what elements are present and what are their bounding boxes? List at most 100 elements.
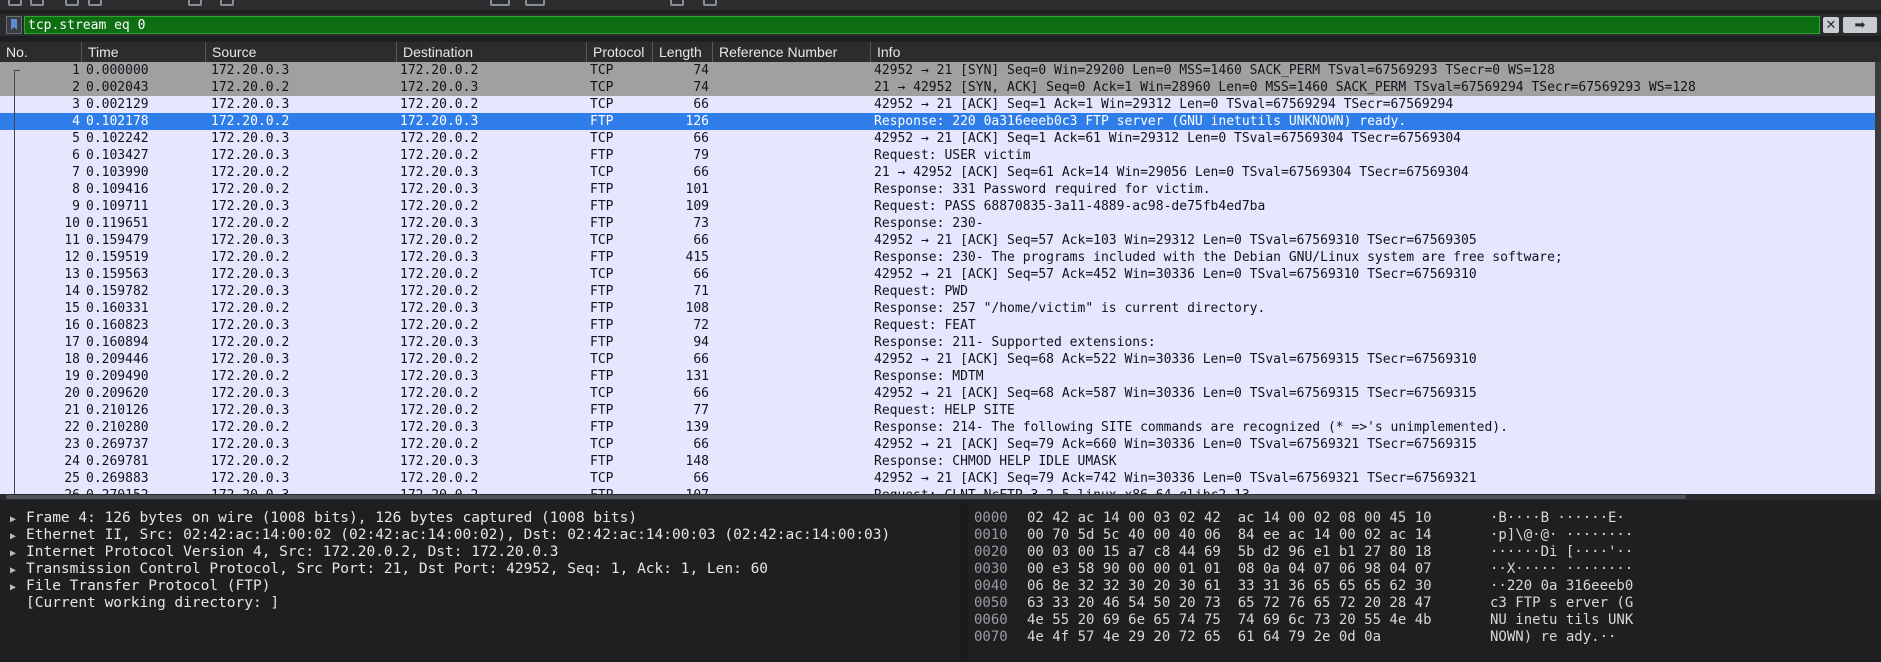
expand-arrow-icon[interactable]: ▶: [10, 511, 26, 528]
detail-tree-leaf[interactable]: [Current working directory: ]: [10, 595, 279, 612]
packet-row[interactable]: 24 0.269781 172.20.0.2 172.20.0.3 FTP 148 Resp…: [0, 453, 1875, 470]
packet-no: 7: [72, 165, 80, 180]
column-header-destination[interactable]: Destination: [397, 42, 587, 62]
packet-row[interactable]: 4 0.102178 172.20.0.2 172.20.0.3 FTP 126 Respo…: [0, 113, 1875, 130]
bytes-row[interactable]: 0040 06 8e 32 32 30 20 30 61 33 31 36 65 …: [968, 578, 1881, 595]
bytes-row[interactable]: 0070 4e 4f 57 4e 29 20 72 65 61 64 79 2e …: [968, 629, 1881, 646]
toolbar-columns-icon[interactable]: [703, 0, 717, 6]
packet-source: 172.20.0.3: [211, 63, 290, 78]
column-header-source[interactable]: Source: [206, 42, 397, 62]
toolbar-open-icon[interactable]: [8, 0, 22, 6]
packet-info: 42952 → 21 [ACK] Seq=1 Ack=61 Win=29312 …: [874, 131, 1461, 146]
packet-row[interactable]: 15 0.160331 172.20.0.2 172.20.0.3 FTP 108 Resp…: [0, 300, 1875, 317]
packet-row[interactable]: 20 0.209620 172.20.0.3 172.20.0.2 TCP 66 42952…: [0, 385, 1875, 402]
bytes-ascii: NU inetu tils UNK: [1490, 612, 1634, 628]
packet-row[interactable]: 23 0.269737 172.20.0.3 172.20.0.2 TCP 66 42952…: [0, 436, 1875, 453]
packet-time: 0.002129: [86, 97, 149, 112]
toolbar-find-icon[interactable]: [188, 0, 202, 6]
packet-row[interactable]: 10 0.119651 172.20.0.2 172.20.0.3 FTP 73 Respo…: [0, 215, 1875, 232]
toolbar-reload-icon[interactable]: [88, 0, 102, 6]
packet-protocol: TCP: [590, 165, 614, 180]
expand-arrow-icon[interactable]: ▶: [10, 562, 26, 579]
packet-row[interactable]: 26 0.270152 172.20.0.3 172.20.0.2 FTP107 Requ…: [0, 487, 1875, 494]
toolbar-zoom-in-icon[interactable]: [490, 0, 510, 6]
packet-row[interactable]: 25 0.269883 172.20.0.3 172.20.0.2 TCP 66 42952…: [0, 470, 1875, 487]
packet-destination: 172.20.0.3: [400, 165, 479, 180]
packet-row[interactable]: 13 0.159563 172.20.0.3 172.20.0.2 TCP 66 42952…: [0, 266, 1875, 283]
pane-splitter[interactable]: [960, 503, 968, 662]
expand-arrow-icon[interactable]: ▶: [10, 528, 26, 545]
packet-row[interactable]: 22 0.210280 172.20.0.2 172.20.0.3 FTP 139 Resp…: [0, 419, 1875, 436]
expand-arrow-icon[interactable]: ▶: [10, 579, 26, 596]
packet-time: 0.269781: [86, 454, 149, 469]
packet-row[interactable]: 1 0.000000 172.20.0.3 172.20.0.2 TCP 74 42952 …: [0, 62, 1875, 79]
detail-tree-item[interactable]: ▶ Ethernet II, Src: 02:42:ac:14:00:02 (02…: [10, 527, 890, 544]
filter-bookmark-button[interactable]: [6, 16, 22, 34]
packet-row[interactable]: 11 0.159479 172.20.0.3 172.20.0.2 TCP 66 42952…: [0, 232, 1875, 249]
detail-tree-item[interactable]: ▶ Internet Protocol Version 4, Src: 172.2…: [10, 544, 559, 561]
packet-row[interactable]: 21 0.210126 172.20.0.3 172.20.0.2 FTP 77 Reque…: [0, 402, 1875, 419]
packet-row[interactable]: 12 0.159519 172.20.0.2 172.20.0.3 FTP 415 Resp…: [0, 249, 1875, 266]
toolbar-zoom-out-icon[interactable]: [525, 0, 545, 6]
toolbar-save-icon[interactable]: [30, 0, 44, 6]
bytes-row[interactable]: 0050 63 33 20 46 54 50 20 73 65 72 76 65 …: [968, 595, 1881, 612]
bytes-row[interactable]: 0000 02 42 ac 14 00 03 02 42 ac 14 00 02 …: [968, 510, 1881, 527]
packet-no: 19: [64, 369, 80, 384]
packet-row[interactable]: 9 0.109711 172.20.0.3 172.20.0.2 FTP 109 Reque…: [0, 198, 1875, 215]
packet-row[interactable]: 16 0.160823 172.20.0.3 172.20.0.2 FTP 72 Reque…: [0, 317, 1875, 334]
packet-row[interactable]: 3 0.002129 172.20.0.3 172.20.0.2 TCP 66 42952 …: [0, 96, 1875, 113]
display-filter-input[interactable]: [24, 16, 1820, 34]
column-header-length[interactable]: Length: [653, 42, 713, 62]
packet-row[interactable]: 19 0.209490 172.20.0.2 172.20.0.3 FTP 131 Resp…: [0, 368, 1875, 385]
packet-row[interactable]: 14 0.159782 172.20.0.3 172.20.0.2 FTP 71 Reque…: [0, 283, 1875, 300]
packet-source: 172.20.0.2: [211, 250, 290, 265]
packet-length: 66: [693, 165, 709, 180]
column-header-time[interactable]: Time: [82, 42, 206, 62]
packet-list-hscrollbar[interactable]: [0, 494, 1881, 500]
bytes-row[interactable]: 0010 00 70 5d 5c 40 00 40 06 84 ee ac 14 …: [968, 527, 1881, 544]
expand-arrow-icon[interactable]: ▶: [10, 545, 26, 562]
packet-destination: 172.20.0.3: [400, 301, 479, 316]
packet-info: 42952 → 21 [ACK] Seq=57 Ack=103 Win=2931…: [874, 233, 1477, 248]
column-header-info[interactable]: Info: [871, 42, 1881, 62]
bytes-row[interactable]: 0030 00 e3 58 90 00 00 01 01 08 0a 04 07 …: [968, 561, 1881, 578]
packet-destination: 172.20.0.2: [400, 403, 479, 418]
packet-row[interactable]: 18 0.209446 172.20.0.3 172.20.0.2 TCP 66 42952…: [0, 351, 1875, 368]
column-header-reference-number[interactable]: Reference Number: [713, 42, 871, 62]
detail-tree-item[interactable]: ▶ File Transfer Protocol (FTP): [10, 578, 270, 595]
packet-info: Response: MDTM: [874, 369, 984, 384]
packet-time: 0.209490: [86, 369, 149, 384]
packet-row[interactable]: 8 0.109416 172.20.0.2 172.20.0.3 FTP 101 Respo…: [0, 181, 1875, 198]
packet-row[interactable]: 6 0.103427 172.20.0.3 172.20.0.2 FTP 79 Reques…: [0, 147, 1875, 164]
bytes-offset: 0020: [974, 544, 1008, 560]
column-header-no[interactable]: No.: [0, 42, 82, 62]
packet-protocol: FTP: [590, 420, 614, 435]
packet-row[interactable]: 2 0.002043 172.20.0.2 172.20.0.3 TCP 74 21 → 4…: [0, 79, 1875, 96]
hscroll-thumb[interactable]: [6, 495, 1686, 499]
clear-filter-icon[interactable]: ✕: [1823, 17, 1839, 33]
toolbar-resize-icon[interactable]: [670, 0, 684, 6]
packet-list-vscrollbar[interactable]: [1875, 62, 1881, 494]
packet-time: 0.103427: [86, 148, 149, 163]
packet-row[interactable]: 5 0.102242 172.20.0.3 172.20.0.2 TCP 66 42952 …: [0, 130, 1875, 147]
packet-protocol: FTP: [590, 487, 655, 494]
packet-no: 26: [8, 487, 80, 494]
packet-row[interactable]: 17 0.160894 172.20.0.2 172.20.0.3 FTP 94 Respo…: [0, 334, 1875, 351]
bytes-row[interactable]: 0060 4e 55 20 69 6e 65 74 75 74 69 6c 73 …: [968, 612, 1881, 629]
packet-row[interactable]: 7 0.103990 172.20.0.2 172.20.0.3 TCP 66 21 → 4…: [0, 164, 1875, 181]
toolbar-close-icon[interactable]: [65, 0, 79, 6]
packet-protocol: TCP: [590, 267, 614, 282]
detail-tree-item[interactable]: ▶ Frame 4: 126 bytes on wire (1008 bits),…: [10, 510, 637, 527]
packet-info: Request: PWD: [874, 284, 968, 299]
bytes-row[interactable]: 0020 00 03 00 15 a7 c8 44 69 5b d2 96 e1 …: [968, 544, 1881, 561]
packet-source: 172.20.0.2: [211, 165, 290, 180]
detail-tree-item[interactable]: ▶ Transmission Control Protocol, Src Port…: [10, 561, 768, 578]
packet-protocol: TCP: [590, 233, 614, 248]
packet-no: 13: [64, 267, 80, 282]
packet-info: Response: 230-: [874, 216, 984, 231]
column-header-protocol[interactable]: Protocol: [587, 42, 653, 62]
packet-length: 108: [685, 301, 709, 316]
packet-no: 5: [72, 131, 80, 146]
toolbar-goto-icon[interactable]: [220, 0, 234, 6]
apply-filter-icon[interactable]: ➡: [1843, 17, 1877, 33]
